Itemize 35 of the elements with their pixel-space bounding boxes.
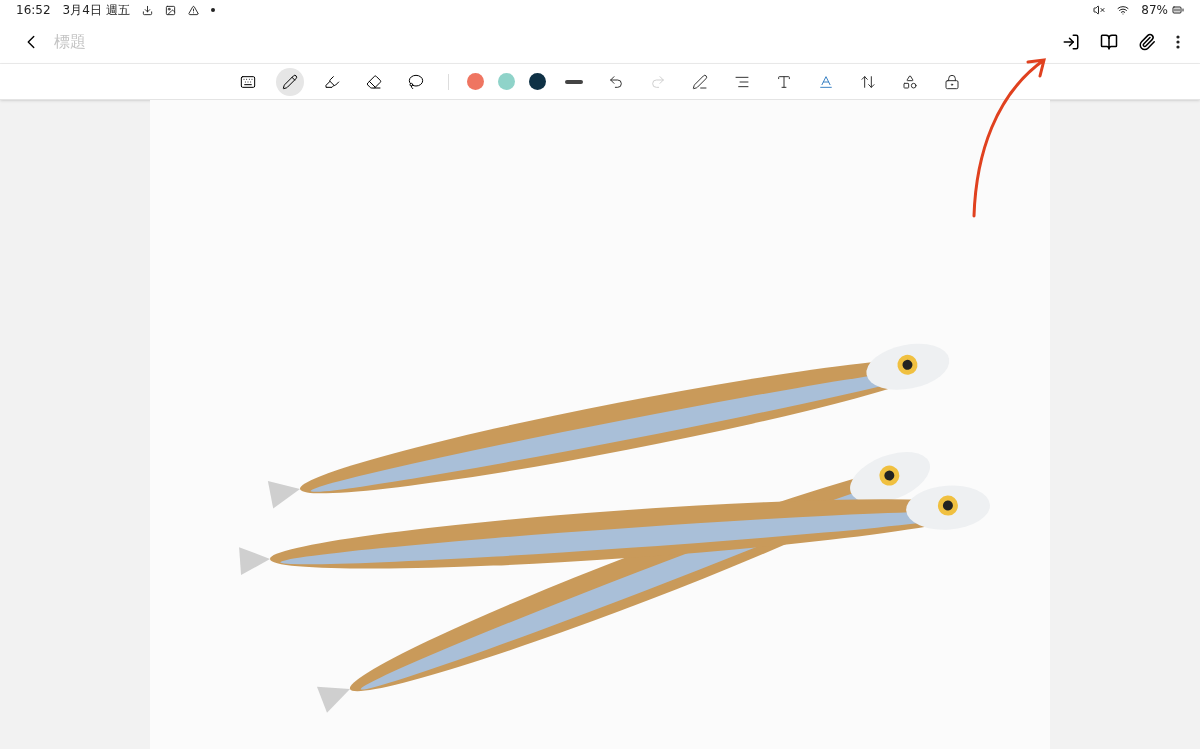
lasso-icon: [408, 73, 424, 90]
status-date: 3月4日 週五: [62, 2, 130, 19]
undo-icon: [608, 73, 624, 90]
handwriting-text-icon: [776, 73, 792, 90]
color-swatch[interactable]: [498, 73, 515, 90]
text-style-icon: [818, 73, 834, 90]
color-swatch[interactable]: [467, 73, 484, 90]
mute-icon: [1093, 4, 1106, 16]
highlighter-icon: [324, 73, 340, 90]
title-field[interactable]: 標題: [54, 29, 254, 54]
book-button[interactable]: [1100, 32, 1118, 51]
wifi-icon: [1117, 4, 1130, 16]
redo-icon: [650, 73, 666, 90]
download-icon: [141, 4, 153, 16]
stroke-width-icon: [565, 79, 583, 84]
warning-icon: [187, 4, 199, 16]
shapes-icon: [902, 73, 918, 90]
battery-icon: [1172, 4, 1184, 16]
color-swatch[interactable]: [529, 73, 546, 90]
pencil-tool[interactable]: [276, 67, 304, 96]
paperclip-icon: [1138, 32, 1156, 51]
import-button[interactable]: [1062, 32, 1080, 51]
keyboard-icon: [240, 73, 256, 90]
image-icon: [164, 4, 176, 16]
pen-settings-icon: [692, 73, 708, 90]
more-icon: [1176, 34, 1180, 49]
battery-percent: 87%: [1141, 2, 1168, 19]
spacing-icon: [860, 73, 876, 90]
attach-button[interactable]: [1138, 32, 1156, 51]
book-icon: [1100, 32, 1118, 51]
eraser-icon: [366, 73, 382, 90]
import-icon: [1062, 32, 1080, 51]
status-time: 16:52: [16, 2, 51, 19]
pencil-icon: [282, 73, 298, 90]
lock-icon: [944, 73, 960, 90]
